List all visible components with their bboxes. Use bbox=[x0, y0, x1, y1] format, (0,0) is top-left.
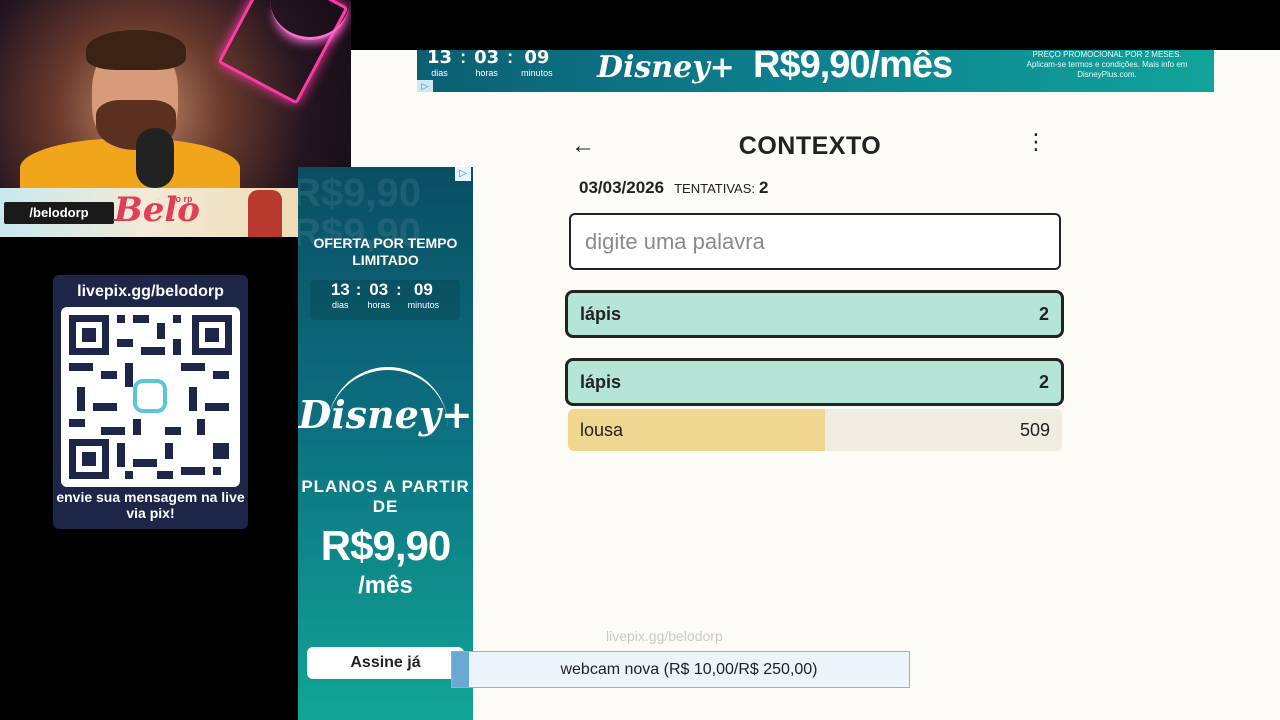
game-info: 03/03/2026 TENTATIVAS: 2 bbox=[579, 178, 768, 198]
guess-rank: 2 bbox=[1038, 371, 1049, 392]
guess-row: lápis 2 bbox=[565, 358, 1064, 406]
ad-offer: OFERTA POR TEMPO LIMITADO bbox=[313, 235, 458, 268]
ad-minutes-label: minutos bbox=[521, 68, 553, 78]
goal-progress bbox=[452, 652, 469, 687]
last-guess-row: lápis 2 bbox=[565, 290, 1064, 338]
ad-minutes-label: minutos bbox=[407, 300, 440, 310]
livepix-watermark: livepix.gg/belodorp bbox=[606, 628, 723, 644]
donation-goal-text: webcam nova (R$ 10,00/R$ 250,00) bbox=[560, 661, 818, 678]
game-date: 03/03/2026 bbox=[579, 178, 665, 197]
guess-row: lousa 509 bbox=[568, 409, 1062, 451]
ad-plans: PLANOS A PARTIR DE bbox=[301, 477, 470, 516]
last-guess-rank: 2 bbox=[1038, 303, 1049, 324]
qr-code bbox=[61, 307, 240, 487]
banner-handle: /belodorp bbox=[4, 202, 114, 224]
ad-minutes: 09 bbox=[524, 50, 550, 68]
ad-minutes: 09 bbox=[413, 280, 433, 299]
adchoices-icon[interactable]: ▷ bbox=[455, 167, 471, 181]
attempts-label: TENTATIVAS: bbox=[674, 181, 755, 196]
ad-hours-label: horas bbox=[475, 68, 498, 78]
guess-word: lápis bbox=[580, 371, 622, 392]
attempts-count: 2 bbox=[759, 178, 769, 197]
ad-days-label: dias bbox=[332, 300, 349, 310]
ad-countdown: 13 dias : 03 horas : 09 minutos bbox=[310, 280, 460, 320]
last-guess-word: lápis bbox=[580, 303, 622, 324]
word-input[interactable] bbox=[569, 213, 1061, 270]
ad-brand: Disney+ bbox=[597, 50, 735, 85]
guess-word: lousa bbox=[580, 419, 624, 440]
pix-message: envie sua mensagem na live via pix! bbox=[56, 489, 245, 521]
game-header: ← CONTEXTO ⋮ bbox=[565, 128, 1055, 168]
game-page: 13 dias : 03 horas : 09 minutos Disney+ R$9… bbox=[351, 50, 1280, 720]
streamer-hair bbox=[86, 30, 186, 70]
webcam-feed bbox=[0, 0, 351, 188]
ad-price: R$9,90/mês bbox=[753, 50, 953, 86]
livepix-card: livepix.gg/belodorp envie sua mensagem n… bbox=[53, 275, 248, 529]
more-options-icon[interactable]: ⋮ bbox=[1025, 130, 1047, 155]
banner-small: do rp bbox=[170, 194, 193, 204]
ad-days-label: dias bbox=[431, 68, 448, 78]
microphone bbox=[136, 128, 174, 188]
ad-hours: 03 bbox=[369, 280, 389, 299]
ad-per-month: /mês bbox=[358, 572, 413, 599]
subscribe-button[interactable]: Assine já bbox=[307, 647, 464, 679]
ad-days: 13 bbox=[427, 50, 453, 68]
side-banner-ad[interactable]: R$9,90 R$9,90 ▷ OFERTA POR TEMPO LIMITADO… bbox=[298, 167, 473, 720]
top-banner-ad[interactable]: 13 dias : 03 horas : 09 minutos Disney+ R$9… bbox=[417, 50, 1214, 92]
ad-price: R$9,90 bbox=[320, 522, 451, 569]
pix-url: livepix.gg/belodorp bbox=[77, 283, 224, 300]
ad-days: 13 bbox=[330, 280, 350, 299]
ad-fine-print: PREÇO PROMOCIONAL POR 2 MESES. Aplicam-s… bbox=[1026, 50, 1188, 79]
adchoices-icon[interactable]: ▷ bbox=[417, 80, 433, 92]
guess-rank: 509 bbox=[1019, 419, 1050, 440]
banner-figure bbox=[248, 190, 282, 237]
streamer-banner: /belodorp Belo do rp bbox=[0, 188, 298, 237]
page-title: CONTEXTO bbox=[738, 132, 882, 160]
ad-hours: 03 bbox=[474, 50, 500, 68]
donation-goal-bar: webcam nova (R$ 10,00/R$ 250,00) bbox=[451, 651, 910, 688]
ad-hours-label: horas bbox=[367, 300, 390, 310]
ad-brand: Disney+ bbox=[298, 392, 473, 437]
ad-countdown: 13 dias : 03 horas : 09 minutos bbox=[427, 50, 553, 78]
